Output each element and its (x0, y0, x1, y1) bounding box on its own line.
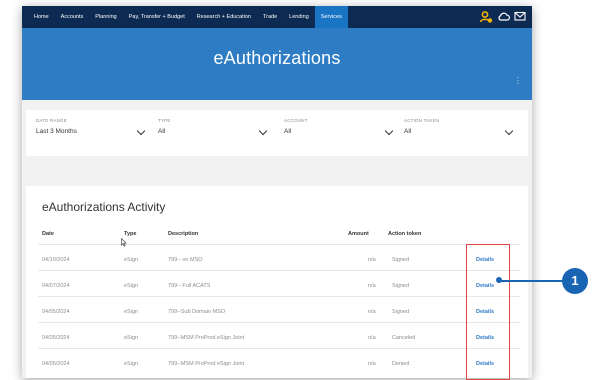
mail-icon[interactable] (514, 10, 526, 22)
row-type: eSign (124, 361, 139, 367)
row-description: 799--Sub Domain MSO (168, 309, 226, 315)
row-amount: n/a (368, 335, 376, 341)
filter-value: All (404, 128, 412, 135)
row-date: 04/07/2024 (42, 283, 70, 289)
filter-label: DATE RANGE (36, 118, 67, 123)
filter-value: All (158, 128, 166, 135)
details-highlight-box (466, 244, 510, 380)
filter-type[interactable]: TYPE All (158, 118, 268, 136)
page-header: eAuthorizations ⋮ (22, 28, 532, 100)
row-description: 799-- Full ACATS (168, 283, 211, 289)
row-date: 04/05/2024 (42, 309, 70, 315)
nav-item-planning[interactable]: Planning (89, 6, 122, 28)
kebab-icon[interactable]: ⋮ (514, 76, 522, 85)
row-amount: n/a (368, 309, 376, 315)
row-type: eSign (124, 335, 139, 341)
row-amount: n/a (368, 361, 376, 367)
nav-item-trade[interactable]: Trade (257, 6, 283, 28)
nav-item-accounts[interactable]: Accounts (55, 6, 90, 28)
cursor-icon (121, 238, 127, 247)
top-nav: Home Accounts Planning Pay, Transfer + B… (22, 6, 532, 28)
user-alert-icon[interactable] (479, 10, 493, 24)
row-divider (38, 348, 520, 349)
callout-badge: 1 (562, 268, 588, 294)
nav-item-pay-transfer-budget[interactable]: Pay, Transfer + Budget (123, 6, 191, 28)
column-amount: Amount (348, 231, 369, 237)
row-type: eSign (124, 309, 139, 315)
page-title: eAuthorizations (213, 48, 341, 68)
row-divider (38, 244, 520, 245)
column-type: Type (124, 231, 137, 237)
table-row: 04/10/2024 eSign 799-- on MSO n/a Signed… (26, 257, 528, 267)
row-description: 799--MSM ProProd eSign Joint (168, 361, 245, 367)
row-amount: n/a (368, 283, 376, 289)
row-amount: n/a (368, 257, 376, 263)
row-description: 799-- on MSO (168, 257, 203, 263)
filter-account[interactable]: ACCOUNT All (284, 118, 394, 136)
column-description: Description (168, 231, 199, 237)
column-action: Action token (388, 231, 422, 237)
row-date: 04/05/2024 (42, 361, 70, 367)
activity-heading: eAuthorizations Activity (42, 200, 166, 214)
nav-icons (479, 10, 526, 24)
row-action: Canceled (392, 335, 416, 341)
row-divider (38, 296, 520, 297)
row-description: 799--MSM ProProd eSign Joint (168, 335, 245, 341)
row-date: 04/10/2024 (42, 257, 70, 263)
row-divider (38, 270, 520, 271)
row-type: eSign (124, 283, 139, 289)
filter-date-range[interactable]: DATE RANGE Last 3 Months (36, 118, 146, 136)
app-window: Home Accounts Planning Pay, Transfer + B… (22, 6, 532, 378)
nav-item-lending[interactable]: Lending (283, 6, 315, 28)
nav-item-services[interactable]: Services (314, 6, 348, 28)
column-date: Date (42, 231, 54, 237)
filter-value: All (284, 128, 292, 135)
row-action: Denied (392, 361, 410, 367)
filter-label: ACCOUNT (284, 118, 308, 123)
table-row: 04/05/2024 eSign 799--Sub Domain MSO n/a… (26, 309, 528, 319)
callout-dot (496, 277, 502, 283)
row-type: eSign (124, 257, 139, 263)
nav-item-research-education[interactable]: Research + Education (191, 6, 257, 28)
filter-action-taken[interactable]: ACTION TAKEN All (404, 118, 514, 136)
row-action: Signed (392, 309, 410, 315)
row-action: Signed (392, 283, 410, 289)
filter-bar: DATE RANGE Last 3 Months TYPE All ACCOUN… (26, 110, 528, 156)
row-divider (38, 322, 520, 323)
table-row: 04/05/2024 eSign 799--MSM ProProd eSign … (26, 361, 528, 371)
table-row: 04/07/2024 eSign 799-- Full ACATS n/a Si… (26, 283, 528, 293)
activity-panel: eAuthorizations Activity Date Type Descr… (26, 186, 528, 378)
row-action: Signed (392, 257, 410, 263)
table-header: Date Type Description Amount Action toke… (26, 231, 528, 241)
filter-label: TYPE (158, 118, 171, 123)
table-row: 04/05/2024 eSign 799--MSM ProProd eSign … (26, 335, 528, 345)
filter-label: ACTION TAKEN (404, 118, 440, 123)
nav-item-home[interactable]: Home (28, 6, 55, 28)
row-date: 04/05/2024 (42, 335, 70, 341)
filter-value: Last 3 Months (36, 128, 77, 135)
cloud-icon[interactable] (497, 10, 510, 23)
